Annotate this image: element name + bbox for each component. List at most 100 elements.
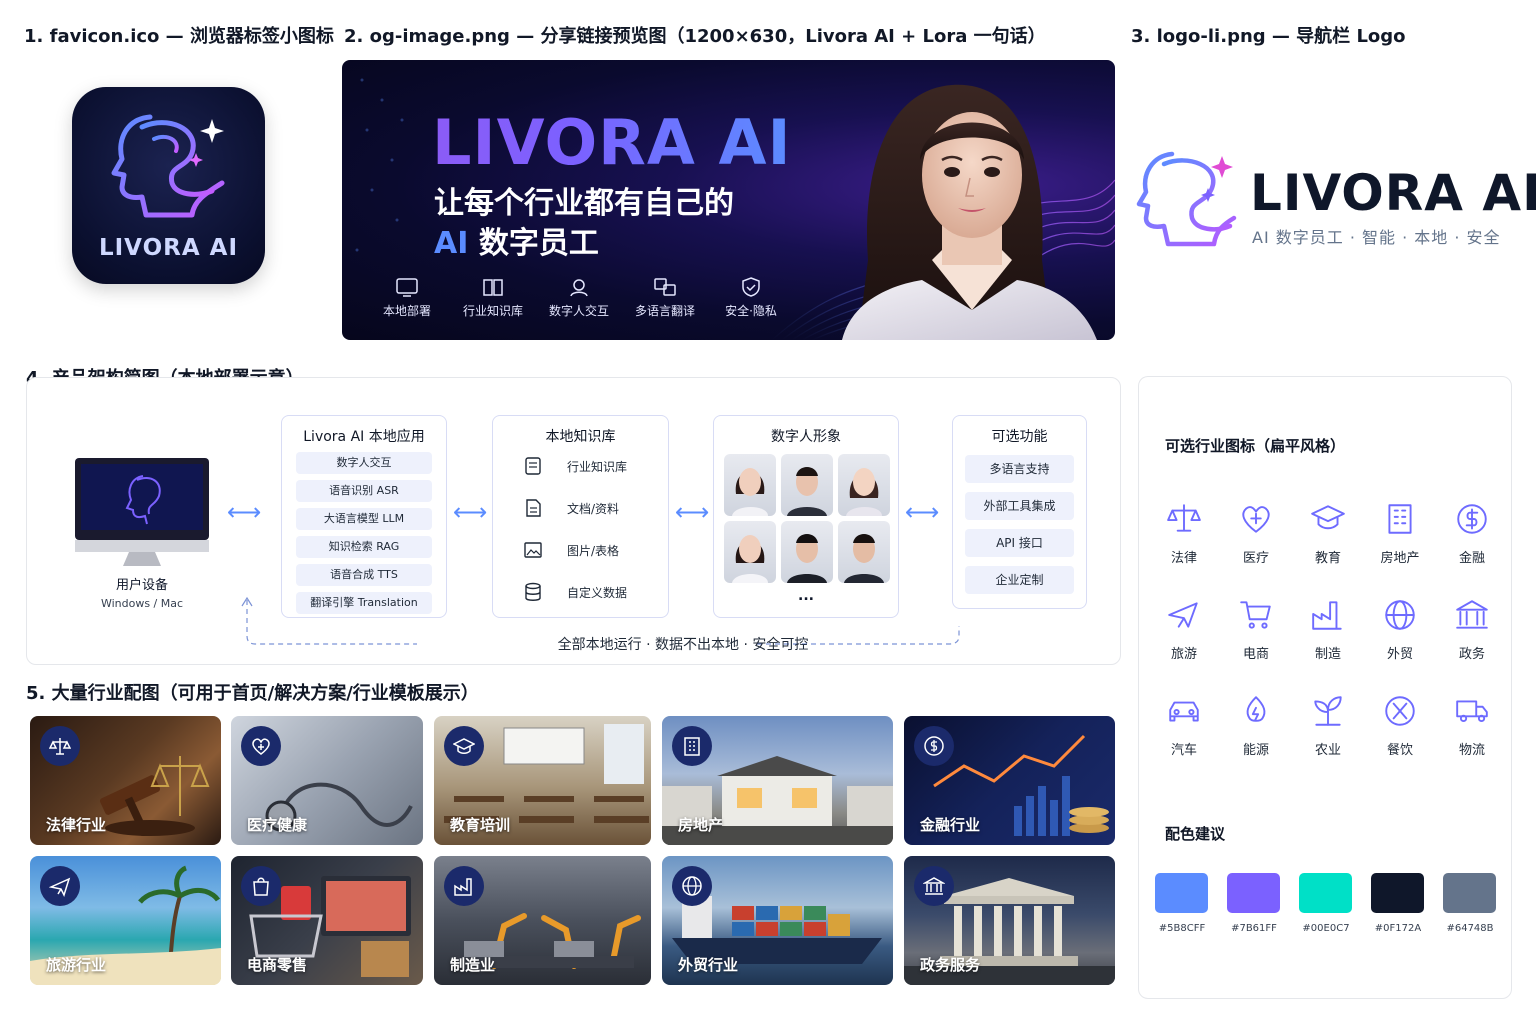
sprout-icon — [1314, 696, 1342, 726]
industry-card-education[interactable]: 教育培训 — [434, 716, 651, 845]
app-module: 语音识别 ASR — [296, 480, 432, 502]
kb-item-label: 图片/表格 — [567, 543, 620, 558]
industry-icon-label: 房地产 — [1380, 551, 1420, 566]
industry-icon-item[interactable]: 医疗 — [1221, 501, 1291, 566]
og-feature-label: 数字人交互 — [548, 304, 609, 318]
globe-icon — [1385, 600, 1415, 630]
scale-icon — [40, 726, 80, 766]
industry-card-medical[interactable]: 医疗健康 — [231, 716, 423, 845]
industry-icon-item[interactable]: 外贸 — [1365, 597, 1435, 662]
og-subtitle-line1: 让每个行业都有自己的 — [434, 186, 734, 221]
optional-feature: API 接口 — [965, 529, 1074, 557]
industry-icon-item[interactable]: 汽车 — [1149, 693, 1219, 758]
og-subtitle-ai: AI — [434, 226, 469, 261]
logo-tagline: AI 数字员工 · 智能 · 本地 · 安全 — [1252, 228, 1501, 247]
industry-card-manufacturing[interactable]: 制造业 — [434, 856, 651, 985]
head-logo-icon — [1136, 151, 1237, 247]
app-module: 数字人交互 — [296, 452, 432, 474]
optional-features-box: 可选功能 多语言支持 外部工具集成 API 接口 企业定制 — [952, 415, 1087, 609]
industry-icon-item[interactable]: 旅游 — [1149, 597, 1219, 662]
bidirectional-arrow-icon: ⟷ — [905, 498, 940, 526]
industry-card-trade[interactable]: 外贸行业 — [662, 856, 893, 985]
industry-icon-label: 农业 — [1314, 743, 1341, 758]
avatar-male — [781, 454, 833, 516]
book-icon — [483, 279, 503, 296]
industry-label: 医疗健康 — [247, 816, 308, 834]
headset-icon — [570, 279, 588, 297]
image-icon — [524, 542, 542, 558]
utensils-icon — [1385, 696, 1415, 726]
local-app-title: Livora AI 本地应用 — [303, 429, 425, 445]
industry-icon-label: 汽车 — [1170, 743, 1197, 758]
color-swatch — [1443, 873, 1496, 913]
industry-card-travel[interactable]: 旅游行业 — [30, 856, 221, 985]
industry-label: 政务服务 — [920, 956, 981, 974]
industry-icon-item[interactable]: 电商 — [1221, 597, 1291, 662]
industry-icon-item[interactable]: 金融 — [1437, 501, 1507, 566]
optional-feature: 外部工具集成 — [965, 492, 1074, 520]
color-swatch — [1371, 873, 1424, 913]
industry-icon-label: 制造 — [1314, 647, 1341, 662]
app-module: 大语言模型 LLM — [296, 508, 432, 530]
industry-icon-label: 金融 — [1458, 551, 1485, 566]
industry-icon-item[interactable]: 法律 — [1149, 501, 1219, 566]
industry-card-realestate[interactable]: 房地产 — [662, 716, 893, 845]
color-swatch-label: #7B61FF — [1231, 923, 1277, 934]
heart-plus-icon — [1242, 506, 1270, 533]
heart-plus-icon — [241, 726, 281, 766]
knowledge-base-box: 本地知识库 行业知识库 文档/资料 图片/表格 自定义数据 — [492, 415, 669, 618]
industry-card-government[interactable]: 政务服务 — [904, 856, 1115, 985]
scale-icon — [1167, 504, 1201, 532]
industry-icon-item[interactable]: 物流 — [1437, 693, 1507, 758]
industry-icon-item[interactable]: 餐饮 — [1365, 693, 1435, 758]
industry-icons-panel: 可选行业图标（扁平风格） 法律 医疗 教育 房地产 金融 旅游 电商 制造 外贸 政务 汽车 能源 农业… — [1138, 376, 1512, 999]
kb-item: 行业知识库 — [523, 456, 627, 476]
og-subtitle-line2: AI 数字员工 — [434, 218, 599, 262]
og-feature-label: 多语言翻译 — [634, 304, 695, 318]
industry-icon-item[interactable]: 制造 — [1293, 597, 1363, 662]
industry-card-finance[interactable]: 金融行业 — [904, 716, 1115, 845]
og-feature-digital-human: 数字人交互 — [536, 272, 622, 319]
avatar-male — [781, 521, 833, 583]
app-module: 知识检索 RAG — [296, 536, 432, 558]
industry-label: 外贸行业 — [678, 956, 739, 974]
industry-icon-item[interactable]: 教育 — [1293, 501, 1363, 566]
device-os: Windows / Mac — [100, 597, 184, 610]
avatar-female — [724, 521, 776, 583]
car-icon — [1169, 701, 1199, 722]
graduation-cap-icon — [444, 726, 484, 766]
user-device: 用户设备 Windows / Mac — [73, 456, 211, 610]
industry-icon-label: 旅游 — [1170, 647, 1197, 662]
industry-label: 房地产 — [678, 816, 724, 834]
industry-icon-label: 法律 — [1170, 551, 1197, 566]
favicon-text: LIVORA AI — [98, 235, 239, 261]
building-icon — [672, 726, 712, 766]
cart-icon — [1240, 601, 1271, 629]
industry-icon-item[interactable]: 房地产 — [1365, 501, 1435, 566]
og-feature-list: 本地部署 行业知识库 数字人交互 多语言翻译 安全·隐私 — [364, 272, 794, 319]
industry-card-ecommerce[interactable]: 电商零售 — [231, 856, 423, 985]
industry-icon-label: 外贸 — [1386, 647, 1413, 662]
section-title-logo: 3. logo-li.png — 导航栏 Logo — [1131, 26, 1406, 47]
dollar-icon — [1457, 504, 1487, 534]
industry-icon-label: 能源 — [1242, 743, 1269, 758]
color-swatch-label: #64748B — [1446, 923, 1494, 934]
industry-label: 法律行业 — [46, 816, 107, 834]
og-feature-knowledge: 行业知识库 — [450, 272, 536, 319]
industry-icon-item[interactable]: 农业 — [1293, 693, 1363, 758]
industry-icon-item[interactable]: 政务 — [1437, 597, 1507, 662]
og-feature-label: 本地部署 — [382, 304, 431, 318]
factory-icon — [1312, 601, 1342, 630]
knowledge-base-title: 本地知识库 — [545, 429, 616, 445]
color-swatch — [1227, 873, 1280, 913]
app-module: 语音合成 TTS — [296, 564, 432, 586]
factory-icon — [444, 866, 484, 906]
industry-icon-item[interactable]: 能源 — [1221, 693, 1291, 758]
og-feature-label: 行业知识库 — [462, 304, 523, 318]
industry-label: 旅游行业 — [46, 956, 107, 974]
industry-card-law[interactable]: 法律行业 — [30, 716, 221, 845]
kb-item: 图片/表格 — [523, 540, 619, 560]
industry-icon-label: 物流 — [1458, 743, 1485, 758]
local-app-box: Livora AI 本地应用 数字人交互 语音识别 ASR 大语言模型 LLM … — [281, 415, 447, 618]
industry-label: 制造业 — [450, 956, 496, 974]
